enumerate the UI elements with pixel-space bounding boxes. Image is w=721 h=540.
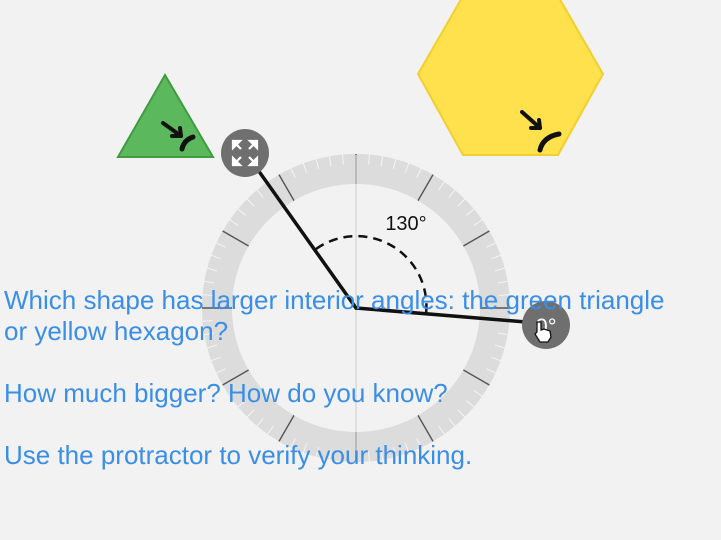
question-text-3: Use the protractor to verify your thinki… (4, 440, 473, 470)
move-handle[interactable] (221, 129, 269, 177)
green-triangle[interactable] (116, 73, 215, 158)
yellow-hexagon[interactable] (416, 0, 605, 156)
question-text-1: Which shape has larger interior angles: … (4, 285, 665, 346)
question-text-2: How much bigger? How do you know? (4, 378, 448, 408)
angle-label: 130° (385, 213, 426, 235)
